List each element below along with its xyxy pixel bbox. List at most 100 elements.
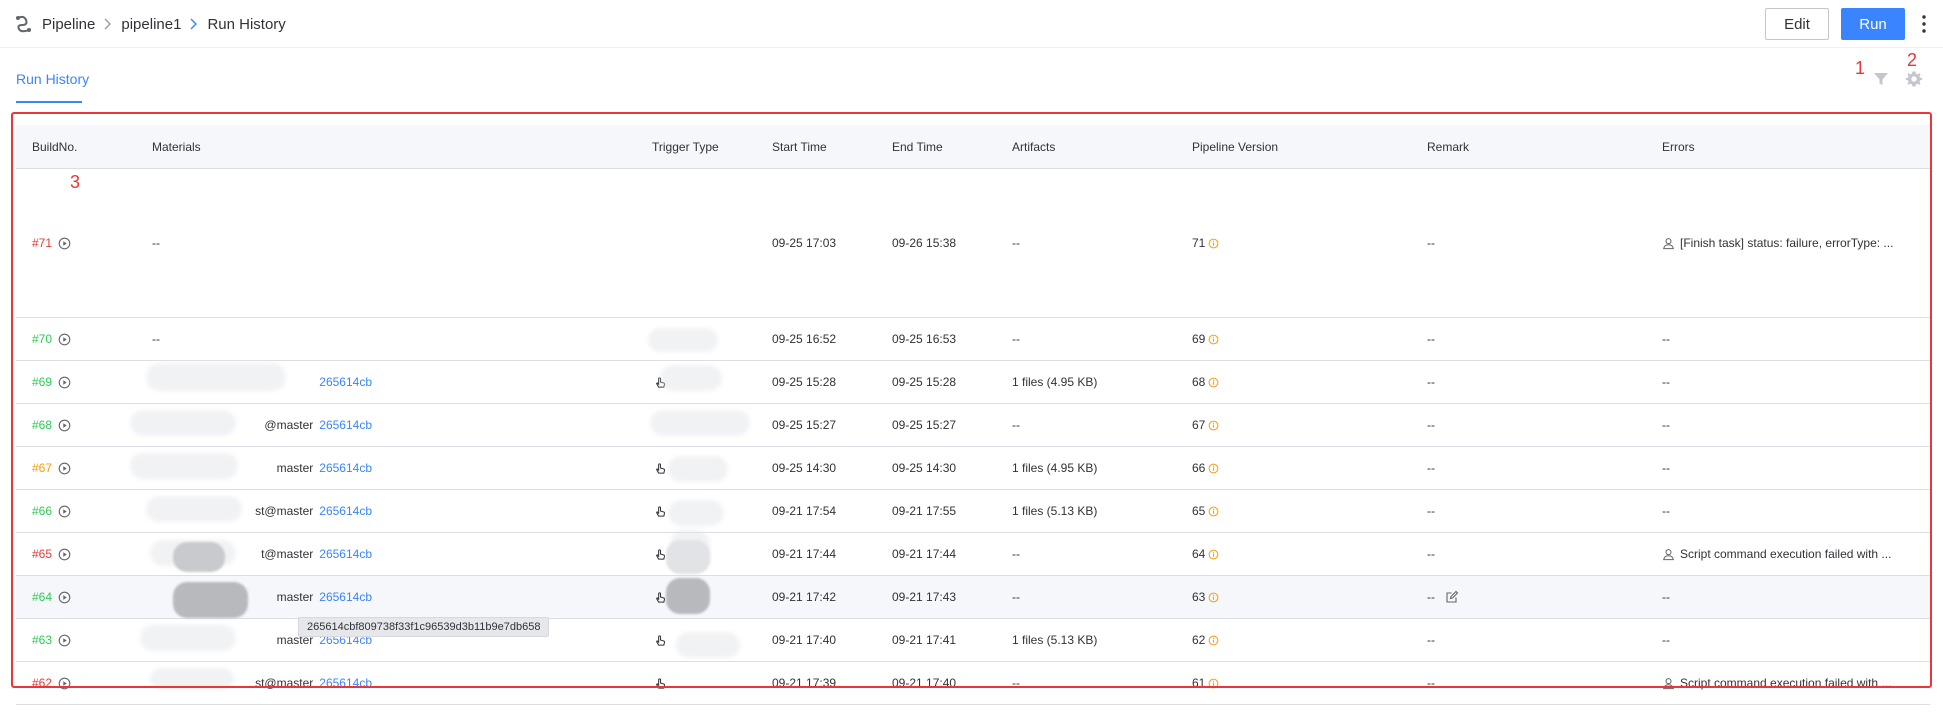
errors-cell: [Finish task] status: failure, errorType… — [1662, 169, 1893, 317]
pipeline-version: 71 — [1192, 236, 1206, 250]
play-circle-icon[interactable] — [58, 462, 71, 475]
artifacts: -- — [1012, 332, 1020, 346]
build-number-link[interactable]: #67 — [32, 461, 52, 475]
pipeline-logo-icon[interactable] — [14, 14, 34, 34]
pipeline-version: 64 — [1192, 547, 1206, 561]
play-circle-icon[interactable] — [58, 237, 71, 250]
play-circle-icon[interactable] — [58, 419, 71, 432]
more-vertical-icon[interactable] — [1920, 14, 1928, 34]
info-circle-icon[interactable] — [1208, 334, 1219, 345]
commit-link[interactable]: 265614cb — [319, 418, 372, 432]
info-circle-icon[interactable] — [1208, 506, 1219, 517]
table-row[interactable]: #71 -- 09-25 17:03 09-26 15:38 -- 71 -- [Finish… — [16, 169, 1930, 318]
build-number-link[interactable]: #64 — [32, 590, 52, 604]
end-time: 09-21 17:43 — [892, 590, 957, 604]
table-row[interactable]: #68 @master 265614cb 09-25 15:27 09-25 15:27… — [16, 404, 1930, 447]
play-circle-icon[interactable] — [58, 634, 71, 647]
table-row[interactable]: #65 t@master 265614cb 09-21 17:44 09-21 17:4… — [16, 533, 1930, 576]
trigger-cell — [654, 619, 672, 661]
error-message[interactable]: Script command execution failed with ... — [1680, 547, 1891, 561]
edit-button[interactable]: Edit — [1765, 8, 1829, 40]
play-circle-icon[interactable] — [58, 333, 71, 346]
info-circle-icon[interactable] — [1208, 592, 1219, 603]
play-circle-icon[interactable] — [58, 505, 71, 518]
trigger-cell — [654, 662, 672, 704]
build-number-link[interactable]: #65 — [32, 547, 52, 561]
table-row[interactable]: #67 master 265614cb 09-25 14:30 09-25 14:30 1… — [16, 447, 1930, 490]
pipeline-version-cell: 71 — [1192, 169, 1219, 317]
info-circle-icon[interactable] — [1208, 463, 1219, 474]
info-circle-icon[interactable] — [1208, 549, 1219, 560]
remark: -- — [1427, 590, 1435, 604]
table-row[interactable]: #70 -- 09-25 16:52 09-25 16:53 -- 69 -- -- — [16, 318, 1930, 361]
commit-link[interactable]: 265614cb — [319, 461, 372, 475]
commit-link[interactable]: 265614cb — [319, 375, 372, 389]
commit-link[interactable]: 265614cb — [319, 676, 372, 690]
redacted-blur — [676, 632, 740, 658]
col-start-time: Start Time — [772, 140, 827, 154]
build-number-link[interactable]: #71 — [32, 236, 52, 250]
error-message: -- — [1662, 504, 1670, 518]
table-row[interactable]: #69 265614cb 09-25 15:28 09-25 15:28 1 files… — [16, 361, 1930, 404]
chevron-right-icon — [104, 18, 112, 30]
material-branch: -- — [152, 332, 160, 346]
commit-link[interactable]: 265614cb — [319, 504, 372, 518]
gear-icon[interactable] — [1905, 70, 1923, 88]
info-circle-icon[interactable] — [1208, 678, 1219, 689]
breadcrumb-current: Run History — [207, 15, 286, 33]
play-circle-icon[interactable] — [58, 376, 71, 389]
build-number-link[interactable]: #63 — [32, 633, 52, 647]
remark: -- — [1427, 676, 1435, 690]
build-number-link[interactable]: #68 — [32, 418, 52, 432]
build-number-link[interactable]: #70 — [32, 332, 52, 346]
error-message[interactable]: [Finish task] status: failure, errorType… — [1680, 236, 1893, 250]
play-circle-icon[interactable] — [58, 677, 71, 690]
play-circle-icon[interactable] — [58, 591, 71, 604]
run-button[interactable]: Run — [1841, 8, 1905, 40]
play-circle-icon[interactable] — [58, 548, 71, 561]
redacted-blur — [668, 456, 728, 482]
artifacts[interactable]: 1 files (4.95 KB) — [1012, 447, 1097, 489]
table-row[interactable]: #64 master 265614cb 09-21 17:42 09-21 17:43 -… — [16, 576, 1930, 619]
build-number-link[interactable]: #69 — [32, 375, 52, 389]
info-circle-icon[interactable] — [1208, 635, 1219, 646]
table-row[interactable]: #62 st@master 265614cb 09-21 17:39 09-21 17:… — [16, 662, 1930, 705]
artifacts[interactable]: 1 files (5.13 KB) — [1012, 619, 1097, 661]
hand-click-icon — [656, 505, 666, 517]
errors-cell: -- — [1662, 576, 1670, 618]
user-icon — [1663, 548, 1674, 560]
pipeline-version: 61 — [1192, 676, 1206, 690]
material-branch: master — [276, 590, 314, 604]
artifacts[interactable]: 1 files (5.13 KB) — [1012, 490, 1097, 532]
start-time: 09-25 16:52 — [772, 332, 837, 346]
pipeline-version: 65 — [1192, 504, 1206, 518]
error-message[interactable]: Script command execution failed with ... — [1680, 676, 1891, 690]
breadcrumb-pipeline[interactable]: Pipeline — [42, 16, 95, 33]
material-branch: @master — [264, 418, 314, 432]
info-circle-icon[interactable] — [1208, 377, 1219, 388]
remark: -- — [1427, 461, 1435, 475]
remark-cell: -- — [1427, 404, 1435, 446]
commit-link[interactable]: 265614cb — [319, 547, 372, 561]
tab-bar: Run History — [0, 49, 1943, 107]
errors-cell: -- — [1662, 404, 1670, 446]
remark-cell: -- — [1427, 662, 1435, 704]
build-cell: #62 — [32, 662, 71, 704]
build-number-link[interactable]: #62 — [32, 676, 52, 690]
pipeline-version-cell: 65 — [1192, 490, 1219, 532]
info-circle-icon[interactable] — [1208, 238, 1219, 249]
end-time: 09-21 17:41 — [892, 633, 957, 647]
build-cell: #64 — [32, 576, 71, 618]
table-row[interactable]: #66 st@master 265614cb 09-21 17:54 09-21 17:… — [16, 490, 1930, 533]
hand-click-icon — [656, 677, 666, 689]
commit-link[interactable]: 265614cb — [319, 590, 372, 604]
info-circle-icon[interactable] — [1208, 420, 1219, 431]
material-branch: t@master — [261, 547, 314, 561]
filter-icon[interactable] — [1873, 71, 1889, 87]
edit-remark-icon[interactable] — [1445, 590, 1459, 604]
breadcrumb-pipeline1[interactable]: pipeline1 — [121, 16, 181, 33]
col-pipeline-version: Pipeline Version — [1192, 140, 1279, 154]
tab-run-history[interactable]: Run History — [16, 71, 89, 87]
build-number-link[interactable]: #66 — [32, 504, 52, 518]
artifacts[interactable]: 1 files (4.95 KB) — [1012, 361, 1097, 403]
